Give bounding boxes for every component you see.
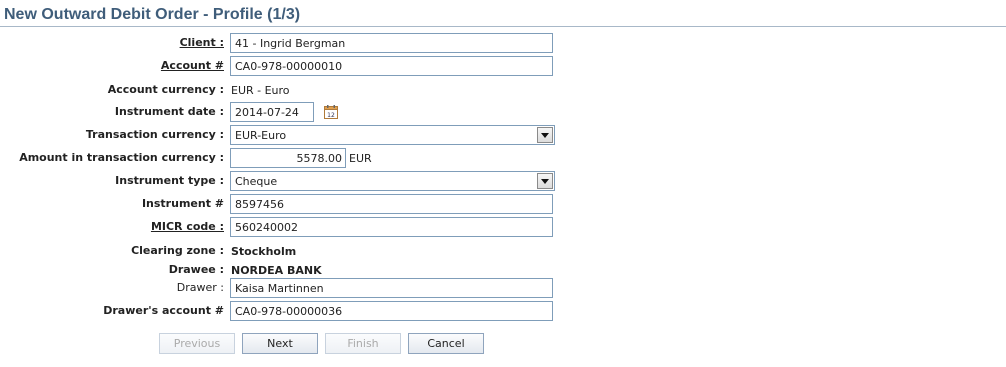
account-label-link[interactable]: Account # xyxy=(161,59,224,72)
calendar-icon[interactable]: 12 xyxy=(324,105,338,119)
amount-field[interactable]: 5578.00 xyxy=(230,148,346,168)
instrument-type-label: Instrument type : xyxy=(115,174,224,187)
micr-code-row: MICR code : 560240002 xyxy=(0,217,1006,239)
transaction-currency-selected: EUR-Euro xyxy=(235,129,287,142)
title-divider xyxy=(0,26,1006,27)
chevron-down-icon[interactable] xyxy=(537,173,553,189)
clearing-zone-value: Stockholm xyxy=(231,245,297,258)
drawee-label: Drawee : xyxy=(168,263,224,276)
account-currency-row: Account currency : EUR - Euro xyxy=(0,80,1006,102)
transaction-currency-row: Transaction currency : EUR-Euro xyxy=(0,125,1006,147)
drawee-value: NORDEA BANK xyxy=(231,264,322,277)
instrument-date-row: Instrument date : 2014-07-24 12 xyxy=(0,102,1006,124)
drawer-label: Drawer : xyxy=(176,281,224,294)
finish-button[interactable]: Finish xyxy=(325,333,401,354)
client-label-link[interactable]: Client : xyxy=(180,36,224,49)
amount-row: Amount in transaction currency : 5578.00… xyxy=(0,148,1006,170)
cancel-button[interactable]: Cancel xyxy=(408,333,484,354)
micr-code-field[interactable]: 560240002 xyxy=(230,217,553,237)
instrument-type-row: Instrument type : Cheque xyxy=(0,171,1006,193)
client-field[interactable]: 41 - Ingrid Bergman xyxy=(230,33,553,53)
instrument-number-row: Instrument # 8597456 xyxy=(0,194,1006,216)
instrument-date-field[interactable]: 2014-07-24 xyxy=(230,102,314,122)
account-field[interactable]: CA0-978-00000010 xyxy=(230,56,553,76)
drawer-row: Drawer : Kaisa Martinnen xyxy=(0,278,1006,300)
account-currency-value: EUR - Euro xyxy=(231,84,290,97)
drawer-field[interactable]: Kaisa Martinnen xyxy=(230,278,553,298)
next-button[interactable]: Next xyxy=(242,333,318,354)
instrument-date-label: Instrument date : xyxy=(114,105,224,118)
transaction-currency-select[interactable]: EUR-Euro xyxy=(230,125,555,145)
drawer-account-field[interactable]: CA0-978-00000036 xyxy=(230,301,553,321)
instrument-number-label: Instrument # xyxy=(141,197,224,210)
micr-code-label-link[interactable]: MICR code : xyxy=(151,220,224,233)
instrument-type-selected: Cheque xyxy=(235,175,278,188)
chevron-down-icon[interactable] xyxy=(537,127,553,143)
svg-text:12: 12 xyxy=(327,112,335,119)
transaction-currency-label: Transaction currency : xyxy=(85,128,224,141)
previous-button[interactable]: Previous xyxy=(159,333,235,354)
amount-currency-unit: EUR xyxy=(349,152,372,165)
page-title: New Outward Debit Order - Profile (1/3) xyxy=(4,6,301,23)
account-currency-label: Account currency : xyxy=(107,83,224,96)
clearing-zone-label: Clearing zone : xyxy=(131,244,224,257)
instrument-type-select[interactable]: Cheque xyxy=(230,171,555,191)
amount-label: Amount in transaction currency : xyxy=(19,151,224,164)
drawer-account-row: Drawer's account # CA0-978-00000036 xyxy=(0,301,1006,323)
instrument-number-field[interactable]: 8597456 xyxy=(230,194,553,214)
account-row: Account # CA0-978-00000010 xyxy=(0,56,1006,78)
client-row: Client : 41 - Ingrid Bergman xyxy=(0,33,1006,55)
drawer-account-label: Drawer's account # xyxy=(103,304,224,317)
